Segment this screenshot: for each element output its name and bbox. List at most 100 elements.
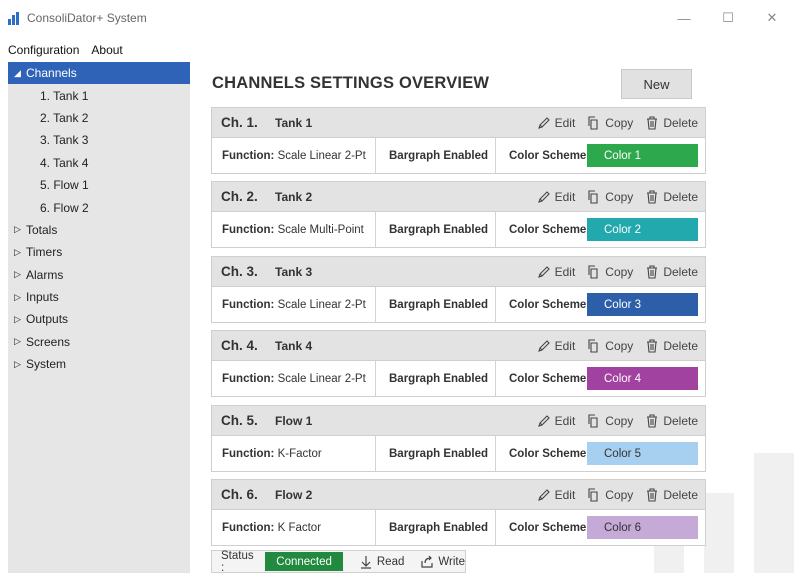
channel-card-body: Function: Scale Multi-Point Bargraph Enab… [212,212,705,247]
copy-icon [588,413,598,428]
new-channel-button[interactable]: New [621,69,692,99]
page-title: CHANNELS SETTINGS OVERVIEW [212,74,490,92]
sidebar-item-timers[interactable]: ▷ Timers [8,241,190,263]
sidebar-item-alarms[interactable]: ▷ Alarms [8,264,190,286]
function-value: K Factor [277,521,322,534]
delete-button[interactable]: Delete [645,339,698,353]
bargraph-status: Bargraph Enabled [389,223,489,236]
trash-icon [647,338,658,353]
sidebar-item-screens[interactable]: ▷ Screens [8,331,190,353]
collapsed-triangle-icon: ▷ [14,246,21,257]
copy-button[interactable]: Copy [587,265,633,279]
sidebar-item-channels[interactable]: ◢ Channels [8,62,190,85]
read-label: Read [376,555,405,568]
sidebar-item-channel-2[interactable]: 2. Tank 2 [8,107,190,129]
function-label: Function: [222,298,275,311]
copy-button[interactable]: Copy [587,339,633,353]
delete-button[interactable]: Delete [645,414,698,428]
delete-button[interactable]: Delete [645,265,698,279]
sidebar-tree: ◢ Channels 1. Tank 1 2. Tank 2 3. Tank 3… [8,62,190,573]
channel-name: Tank 1 [275,115,313,130]
channel-card: Ch. 6. Flow 2 Edit Copy Delete Function: K Fa… [211,479,706,546]
channel-number: Ch. 1. [221,115,258,130]
bargraph-status: Bargraph Enabled [389,521,489,534]
edit-button[interactable]: Edit [537,487,576,502]
sidebar-item-channel-6[interactable]: 6. Flow 2 [8,196,190,218]
sidebar-item-channel-4[interactable]: 4. Tank 4 [8,152,190,174]
edit-button[interactable]: Edit [537,115,576,130]
copy-icon [588,487,598,502]
sidebar-item-label: Screens [26,334,71,349]
sidebar-item-channel-5[interactable]: 5. Flow 1 [8,174,190,196]
column-divider [375,436,376,471]
sidebar-item-channel-3[interactable]: 3. Tank 3 [8,129,190,151]
sidebar-item-label: Channels [26,66,77,81]
delete-button[interactable]: Delete [645,488,698,502]
delete-label: Delete [663,338,698,353]
bargraph-status: Bargraph Enabled [389,298,489,311]
channel-name: Tank 3 [275,264,313,279]
edit-label: Edit [554,487,576,502]
function-field: Function: K-Factor [222,436,322,471]
channel-name: Flow 1 [275,413,313,428]
function-field: Function: Scale Linear 2-Pt [222,138,366,173]
bargraph-status: Bargraph Enabled [389,447,489,460]
copy-button[interactable]: Copy [587,488,633,502]
sidebar-item-system[interactable]: ▷ System [8,353,190,375]
main-panel: CHANNELS SETTINGS OVERVIEW New Ch. 1. Tan… [200,62,794,573]
delete-label: Delete [663,487,698,502]
edit-button[interactable]: Edit [537,265,575,279]
sidebar-item-channel-1[interactable]: 1. Tank 1 [8,84,190,106]
function-value: Scale Multi-Point [277,223,364,236]
copy-label: Copy [605,264,634,279]
window-title: ConsoliDator+ System [27,11,147,25]
trash-icon [647,189,658,204]
sidebar-item-inputs[interactable]: ▷ Inputs [8,286,190,308]
color-scheme-label: Color Scheme: [509,372,591,385]
channel-card: Ch. 3. Tank 3 Edit Copy Delete Function: Scal… [211,256,706,323]
column-divider [495,510,496,545]
column-divider [495,138,496,173]
function-label: Function: [222,223,275,236]
channel-name: Tank 2 [275,189,313,204]
minimize-button[interactable]: — [662,0,706,36]
copy-button[interactable]: Copy [587,190,633,204]
color-scheme-label: Color Scheme: [509,298,591,311]
delete-button[interactable]: Delete [645,190,698,204]
column-divider [495,436,496,471]
delete-label: Delete [663,413,698,428]
color-scheme-swatch[interactable]: Color 5 [587,442,698,465]
menu-configuration[interactable]: Configuration [8,43,79,57]
delete-button[interactable]: Delete [645,116,698,130]
pencil-icon [537,116,550,129]
edit-button[interactable]: Edit [537,190,575,204]
color-scheme-swatch[interactable]: Color 4 [587,367,698,390]
function-label: Function: [222,447,275,460]
edit-button[interactable]: Edit [537,339,575,353]
edit-label: Edit [554,115,576,130]
column-divider [495,361,496,396]
channel-card-body: Function: K-Factor Bargraph Enabled Color … [212,436,705,471]
color-scheme-swatch[interactable]: Color 6 [587,516,698,539]
copy-button[interactable]: Copy [587,116,633,130]
channel-number: Ch. 3. [221,264,258,279]
copy-button[interactable]: Copy [587,414,633,428]
copy-icon [588,264,598,279]
delete-label: Delete [663,189,698,204]
copy-label: Copy [605,189,634,204]
pencil-icon [537,339,550,352]
write-button[interactable]: Write [420,555,465,569]
channel-card-body: Function: Scale Linear 2-Pt Bargraph Enab… [212,287,705,322]
sidebar-item-totals[interactable]: ▷ Totals [8,219,190,241]
close-button[interactable]: ✕ [750,0,794,36]
color-scheme-swatch[interactable]: Color 1 [587,144,698,167]
channel-number: Ch. 6. [221,487,258,502]
channel-card: Ch. 1. Tank 1 Edit Copy Delete Function: Scal… [211,107,706,174]
color-scheme-swatch[interactable]: Color 3 [587,293,698,316]
read-button[interactable]: Read [359,555,405,569]
color-scheme-swatch[interactable]: Color 2 [587,218,698,241]
menu-about[interactable]: About [91,43,122,57]
sidebar-item-outputs[interactable]: ▷ Outputs [8,308,190,330]
edit-button[interactable]: Edit [537,414,575,428]
maximize-button[interactable]: ☐ [706,0,750,36]
